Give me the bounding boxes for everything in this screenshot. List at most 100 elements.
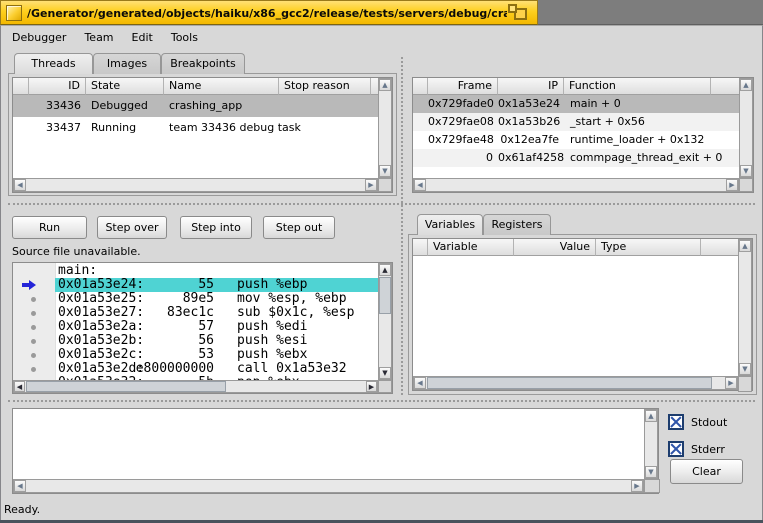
- scroll-left-icon[interactable]: ◀: [14, 480, 26, 492]
- instruction-mnemonic: push %ebp: [237, 277, 308, 292]
- scroll-down-icon[interactable]: ▼: [739, 363, 751, 375]
- disassembly-view: main: 0x01a53e24: 55 push %ebp 0x01a53e2…: [12, 262, 393, 394]
- scroll-up-icon[interactable]: ▲: [645, 410, 657, 422]
- variables-col-spacer[interactable]: [413, 239, 428, 256]
- frame-row[interactable]: 0 0x61af4258 commpage_thread_exit + 0: [413, 149, 741, 167]
- console-output[interactable]: [13, 409, 644, 479]
- scrollbar-corner: [739, 178, 753, 192]
- threads-col-id[interactable]: ID: [29, 78, 86, 95]
- run-button[interactable]: Run: [12, 216, 87, 239]
- breakpoint-dot-icon[interactable]: [31, 311, 36, 316]
- console-vertical-scrollbar[interactable]: ▲ ▼: [644, 409, 658, 479]
- thread-row[interactable]: 33436 Debugged crashing_app: [13, 95, 380, 117]
- menu-tools[interactable]: Tools: [169, 29, 200, 46]
- scroll-down-icon[interactable]: ▼: [740, 165, 752, 177]
- disassembly-horizontal-scrollbar[interactable]: ◀ ▶: [13, 380, 378, 393]
- scroll-left-icon[interactable]: ◀: [414, 377, 426, 389]
- disassembly-row[interactable]: 0x01a53e25: 89e5 mov %esp, %ebp: [13, 292, 378, 306]
- variables-col-variable[interactable]: Variable: [428, 239, 514, 256]
- variables-col-value[interactable]: Value: [514, 239, 596, 256]
- vertical-splitter[interactable]: [401, 57, 403, 395]
- breakpoint-dot-icon[interactable]: [31, 325, 36, 330]
- disassembly-row[interactable]: 0x01a53e2b: 56 push %esi: [13, 334, 378, 348]
- variables-horizontal-scrollbar[interactable]: ◀ ▶: [413, 376, 738, 390]
- thread-row[interactable]: 33437 Running team 33436 debug task: [13, 117, 380, 139]
- breakpoint-dot-icon[interactable]: [31, 353, 36, 358]
- symbol-row[interactable]: main:: [13, 264, 378, 278]
- scroll-left-icon[interactable]: ◀: [414, 179, 426, 191]
- threads-col-spacer[interactable]: [13, 78, 29, 95]
- scroll-down-icon[interactable]: ▼: [645, 466, 657, 478]
- frames-col-function[interactable]: Function: [564, 78, 711, 95]
- menu-edit[interactable]: Edit: [130, 29, 155, 46]
- frames-vertical-scrollbar[interactable]: ▲ ▼: [739, 78, 753, 178]
- instruction-bytes: 57: [198, 319, 214, 334]
- scroll-right-icon[interactable]: ▶: [366, 381, 377, 392]
- threads-col-stop-reason[interactable]: Stop reason: [279, 78, 371, 95]
- disassembly-row[interactable]: 0x01a53e27: 83ec1c sub $0x1c, %esp: [13, 306, 378, 320]
- scroll-up-icon[interactable]: ▲: [740, 79, 752, 91]
- breakpoint-dot-icon[interactable]: [31, 297, 36, 302]
- scroll-down-icon[interactable]: ▼: [379, 367, 391, 379]
- frame-row[interactable]: 0x729fade0 0x1a53e24 main + 0: [413, 95, 741, 113]
- scroll-left-icon[interactable]: ◀: [14, 381, 25, 392]
- stderr-checkbox[interactable]: Stderr: [668, 441, 725, 457]
- breakpoint-dot-icon[interactable]: [31, 339, 36, 344]
- stdout-checkbox[interactable]: Stdout: [668, 414, 727, 430]
- variables-col-type[interactable]: Type: [596, 239, 701, 256]
- frames-col-ip[interactable]: IP: [498, 78, 564, 95]
- disassembly-row[interactable]: 0x01a53e2c: 53 push %ebx: [13, 348, 378, 362]
- disassembly-row[interactable]: 0x01a53e2a: 57 push %edi: [13, 320, 378, 334]
- variables-vertical-scrollbar[interactable]: ▲ ▼: [738, 239, 752, 376]
- frame-row[interactable]: 0x729fae48 0x12ea7fe runtime_loader + 0x…: [413, 131, 741, 149]
- scroll-right-icon[interactable]: ▶: [726, 179, 738, 191]
- scroll-left-icon[interactable]: ◀: [14, 179, 26, 191]
- tab-images[interactable]: Images: [93, 53, 161, 74]
- disassembly-content[interactable]: main: 0x01a53e24: 55 push %ebp 0x01a53e2…: [13, 263, 378, 380]
- scroll-up-icon[interactable]: ▲: [379, 79, 391, 91]
- close-button[interactable]: [6, 5, 22, 21]
- scroll-right-icon[interactable]: ▶: [365, 179, 377, 191]
- disassembly-row-current[interactable]: 0x01a53e24: 55 push %ebp: [13, 278, 378, 292]
- frames-horizontal-scrollbar[interactable]: ◀ ▶: [413, 178, 739, 192]
- step-into-button[interactable]: Step into: [180, 216, 252, 239]
- scrollbar-thumb[interactable]: [379, 277, 391, 314]
- menu-team[interactable]: Team: [82, 29, 115, 46]
- thread-id: 33436: [46, 99, 81, 112]
- threads-horizontal-scrollbar[interactable]: ◀ ▶: [13, 178, 378, 192]
- scroll-right-icon[interactable]: ▶: [725, 377, 737, 389]
- horizontal-splitter[interactable]: [8, 400, 755, 402]
- checkbox-icon[interactable]: [668, 414, 684, 430]
- frames-col-spacer[interactable]: [413, 78, 428, 95]
- horizontal-splitter[interactable]: [8, 203, 755, 205]
- scrollbar-thumb[interactable]: [427, 377, 712, 389]
- threads-col-name[interactable]: Name: [164, 78, 279, 95]
- zoom-button[interactable]: [507, 4, 535, 23]
- scroll-up-icon[interactable]: ▲: [379, 264, 391, 276]
- scroll-down-icon[interactable]: ▼: [379, 165, 391, 177]
- threads-col-state[interactable]: State: [86, 78, 164, 95]
- frame-function: runtime_loader + 0x132: [570, 133, 705, 146]
- instruction-mnemonic: push %esi: [237, 333, 308, 348]
- frames-col-frame[interactable]: Frame: [428, 78, 498, 95]
- scroll-up-icon[interactable]: ▲: [739, 240, 751, 252]
- checkbox-icon[interactable]: [668, 441, 684, 457]
- console-horizontal-scrollbar[interactable]: ◀ ▶: [13, 479, 644, 493]
- clear-button[interactable]: Clear: [670, 459, 743, 484]
- tab-breakpoints[interactable]: Breakpoints: [161, 53, 245, 74]
- step-over-button[interactable]: Step over: [97, 216, 167, 239]
- step-out-button[interactable]: Step out: [263, 216, 335, 239]
- titlebar-tab[interactable]: /Generator/generated/objects/haiku/x86_g…: [0, 0, 538, 25]
- menu-debugger[interactable]: Debugger: [10, 29, 68, 46]
- tab-threads[interactable]: Threads: [14, 53, 93, 74]
- scroll-right-icon[interactable]: ▶: [631, 480, 643, 492]
- breakpoint-dot-icon[interactable]: [31, 367, 36, 372]
- tab-registers[interactable]: Registers: [483, 214, 551, 235]
- tab-variables[interactable]: Variables: [417, 214, 483, 235]
- disassembly-row[interactable]: 0x01a53e2d: e800000000 call 0x1a53e32: [13, 362, 378, 376]
- disassembly-vertical-scrollbar[interactable]: ▲ ▼: [378, 263, 392, 380]
- threads-vertical-scrollbar[interactable]: ▲ ▼: [378, 78, 392, 178]
- frame-row[interactable]: 0x729fae08 0x1a53b26 _start + 0x56: [413, 113, 741, 131]
- scrollbar-thumb[interactable]: [26, 381, 226, 392]
- thread-name: crashing_app: [169, 99, 243, 112]
